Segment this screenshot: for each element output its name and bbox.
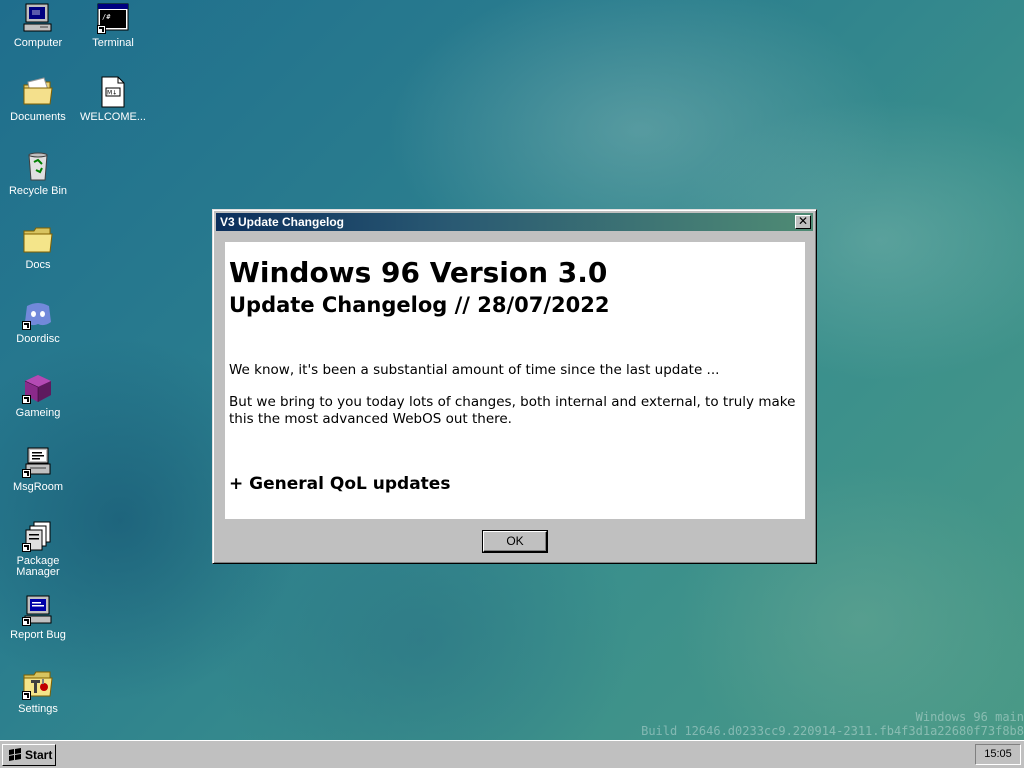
desktop-icon-report-bug[interactable]: Report Bug — [1, 594, 75, 641]
watermark-line-2: Build 12646.d0233cc9.220914-2311.fb4f3d1… — [641, 724, 1024, 738]
desktop-icon-msgroom[interactable]: MsgRoom — [1, 446, 75, 493]
shortcut-arrow-icon — [22, 395, 31, 404]
changelog-paragraph: We know, it's been a substantial amount … — [229, 362, 720, 378]
shortcut-arrow-icon — [97, 25, 106, 34]
shortcut-arrow-icon — [22, 691, 31, 700]
desktop-icon-label: MsgRoom — [12, 481, 64, 493]
dialog-titlebar[interactable]: V3 Update Changelog ✕ — [216, 213, 813, 231]
shortcut-arrow-icon — [22, 543, 31, 552]
desktop-icon-label: Documents — [10, 111, 66, 123]
desktop-icon-recycle-bin[interactable]: Recycle Bin — [1, 150, 75, 197]
package-manager-icon — [22, 520, 54, 552]
desktop-icon-label: Docs — [25, 259, 51, 271]
desktop-icon-label: Settings — [18, 703, 58, 715]
shortcut-arrow-icon — [22, 321, 31, 330]
desktop-icon-label: Report Bug — [10, 629, 66, 641]
doordisc-icon — [22, 298, 54, 330]
msgroom-icon — [22, 446, 54, 478]
desktop-icon-doordisc[interactable]: Doordisc — [1, 298, 75, 345]
shortcut-arrow-icon — [22, 617, 31, 626]
changelog-subheading: Update Changelog // 28/07/2022 — [229, 293, 610, 317]
dialog-title: V3 Update Changelog — [220, 215, 345, 229]
changelog-content[interactable]: Windows 96 Version 3.0 Update Changelog … — [225, 242, 805, 519]
folder-documents-icon — [22, 76, 54, 108]
desktop-icon-welcome[interactable]: M↓ WELCOME... — [76, 76, 150, 123]
desktop-icon-label: Package Manager — [16, 555, 60, 578]
desktop-icon-label: Doordisc — [16, 333, 60, 345]
shortcut-arrow-icon — [22, 469, 31, 478]
computer-icon — [22, 2, 54, 34]
build-watermark: Windows 96 main Build 12646.d0233cc9.220… — [641, 710, 1024, 738]
report-bug-icon — [22, 594, 54, 626]
svg-text:M↓: M↓ — [107, 90, 117, 97]
desktop-icon-terminal[interactable]: /# Terminal — [76, 2, 150, 49]
desktop-icon-package-manager[interactable]: Package Manager — [1, 520, 75, 578]
watermark-line-1: Windows 96 main — [915, 710, 1024, 724]
close-icon: ✕ — [797, 214, 809, 228]
windows-logo-icon — [7, 748, 23, 762]
desktop-icon-gameing[interactable]: Gameing — [1, 372, 75, 419]
changelog-paragraph: But we bring to you today lots of change… — [229, 394, 796, 427]
svg-text:/#: /# — [102, 13, 111, 21]
start-label: Start — [25, 748, 53, 762]
markdown-file-icon: M↓ — [97, 76, 129, 108]
section-heading: + General QoL updates — [229, 474, 451, 494]
desktop-icon-label: Recycle Bin — [8, 185, 68, 197]
desktop-icon-docs[interactable]: Docs — [1, 224, 75, 271]
changelog-heading: Windows 96 Version 3.0 — [229, 256, 608, 289]
desktop-icon-settings[interactable]: Settings — [1, 668, 75, 715]
ok-button[interactable]: OK — [482, 530, 548, 553]
clock[interactable]: 15:05 — [975, 744, 1021, 765]
start-button[interactable]: Start — [2, 744, 56, 766]
desktop-icon-label: WELCOME... — [79, 111, 146, 123]
changelog-dialog: V3 Update Changelog ✕ Windows 96 Version… — [212, 209, 817, 564]
folder-icon — [22, 224, 54, 256]
taskbar: Start 15:05 — [0, 740, 1024, 768]
settings-icon — [22, 668, 54, 700]
desktop-icon-label: Terminal — [92, 37, 134, 49]
desktop-icon-documents[interactable]: Documents — [1, 76, 75, 123]
desktop-icon-label: Computer — [13, 37, 63, 49]
terminal-icon: /# — [97, 2, 129, 34]
close-button[interactable]: ✕ — [795, 215, 811, 229]
desktop-icon-label: Gameing — [15, 407, 61, 419]
game-cube-icon — [22, 372, 54, 404]
desktop-icon-computer[interactable]: Computer — [1, 2, 75, 49]
recycle-bin-icon — [22, 150, 54, 182]
